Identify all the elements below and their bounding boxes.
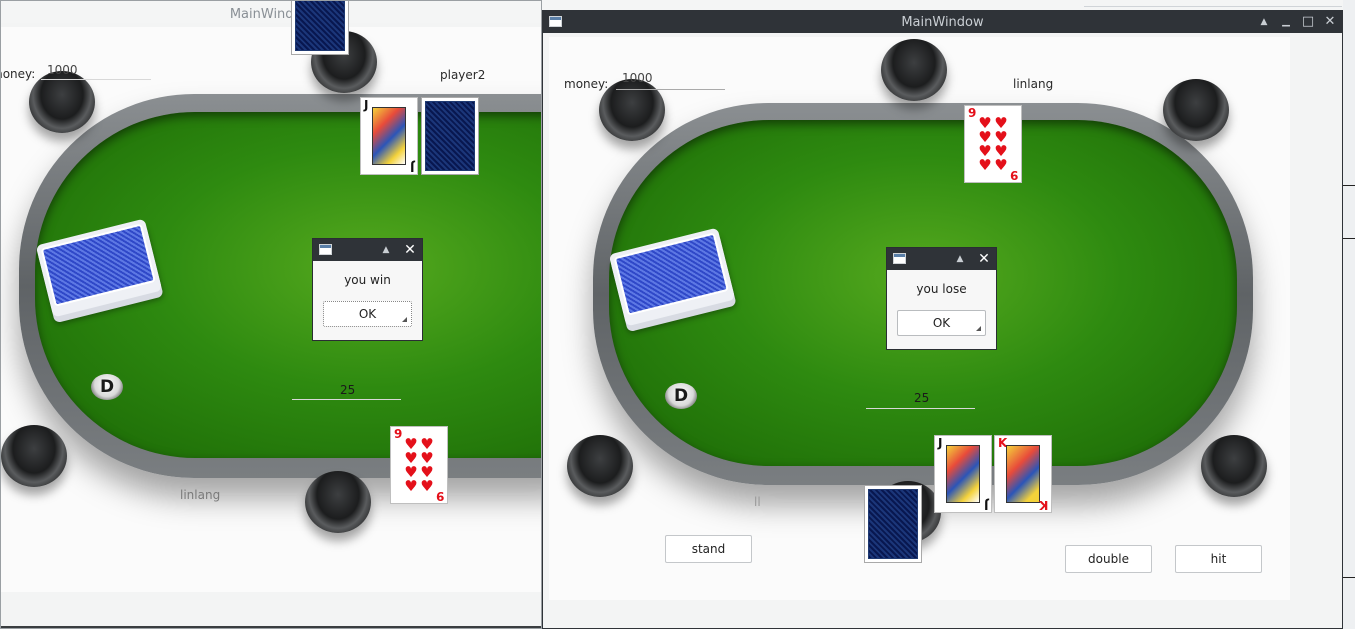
- right-seat-bottomright: [1201, 435, 1267, 497]
- window-shade-icon[interactable]: ▲: [1255, 13, 1273, 31]
- dialog-shade-icon[interactable]: ▲: [377, 241, 395, 259]
- right-bet-value: 25: [914, 391, 930, 405]
- left-main-window: MainWindow money: 1000 player2 J J D 25 …: [0, 0, 542, 629]
- dialog-ok-button[interactable]: OK: [897, 310, 986, 336]
- window-close-icon[interactable]: ✕: [1321, 13, 1339, 31]
- dialog-shade-icon[interactable]: ▲: [951, 250, 969, 268]
- dialog-titlebar[interactable]: ▲ ✕: [887, 248, 996, 270]
- right-player-card-1: J J: [934, 435, 992, 513]
- left-opponent-card-back: [421, 97, 479, 175]
- card-rank-inverted: J: [983, 498, 988, 512]
- right-window-title: MainWindow: [901, 15, 984, 30]
- left-seat-bottom: [305, 471, 371, 533]
- left-money-label: money:: [1, 67, 36, 81]
- heart-pips: ♥ ♥ ♥ ♥ ♥ ♥ ♥ ♥: [404, 435, 434, 495]
- right-seat-bottomleft: [567, 435, 633, 497]
- left-window-bottom-border: [1, 626, 541, 628]
- dialog-close-icon[interactable]: ✕: [975, 250, 993, 268]
- card-rank-inverted: 9: [435, 489, 444, 503]
- dialog-app-icon: [319, 244, 332, 255]
- right-opponent-name: linlang: [1013, 77, 1054, 91]
- left-money-underline: [41, 79, 151, 80]
- left-window-title: MainWindow: [229, 7, 313, 22]
- background-window-border: [1343, 185, 1355, 186]
- left-dealer-button: D: [91, 374, 123, 400]
- dialog-close-icon[interactable]: ✕: [401, 241, 419, 259]
- jack-face-art: [372, 107, 406, 165]
- card-rank: J: [938, 436, 943, 450]
- right-result-dialog: ▲ ✕ you lose OK: [886, 247, 997, 350]
- left-result-dialog: ▲ ✕ you win OK: [312, 238, 423, 341]
- left-opponent-name: player2: [440, 68, 486, 82]
- dialog-app-icon: [893, 253, 906, 264]
- right-money-underline: [616, 89, 725, 90]
- double-button[interactable]: double: [1065, 545, 1152, 573]
- left-player-name: linlang: [180, 488, 221, 502]
- left-money-value: 1000: [47, 63, 78, 77]
- right-player-card-2: K K: [994, 435, 1052, 513]
- right-seat-card-back: [864, 485, 922, 563]
- left-seat-bottomleft: [1, 425, 67, 487]
- left-player-card: 9 ♥ ♥ ♥ ♥ ♥ ♥ ♥ ♥ 9: [390, 426, 448, 504]
- left-titlebar[interactable]: MainWindow: [1, 1, 541, 23]
- right-main-window: MainWindow ▲ ▁ □ ✕ money: 1000 linlang 9…: [542, 10, 1343, 629]
- left-bet-underline: [292, 399, 401, 400]
- window-maximize-icon[interactable]: □: [1299, 13, 1317, 31]
- left-bet-value: 25: [340, 383, 356, 397]
- right-bet-underline: [866, 408, 975, 409]
- stand-button[interactable]: stand: [665, 535, 752, 563]
- right-titlebar[interactable]: MainWindow ▲ ▁ □ ✕: [543, 11, 1342, 33]
- king-face-art: [1006, 445, 1040, 503]
- card-rank: 9: [394, 427, 403, 441]
- left-opponent-card: J J: [360, 97, 418, 175]
- card-rank-inverted: J: [409, 160, 414, 174]
- right-seat-top: [881, 39, 947, 101]
- background-window-border2: [1343, 238, 1355, 239]
- jack-face-art: [946, 445, 980, 503]
- background-window-border3: [1343, 577, 1355, 578]
- window-minimize-icon[interactable]: ▁: [1277, 13, 1295, 31]
- card-rank-inverted: 9: [1009, 168, 1018, 182]
- hit-button[interactable]: hit: [1175, 545, 1262, 573]
- dialog-message: you lose: [916, 282, 967, 296]
- heart-pips: ♥ ♥ ♥ ♥ ♥ ♥ ♥ ♥: [978, 114, 1008, 174]
- dialog-ok-button[interactable]: OK: [323, 301, 412, 327]
- background-window-strip: [1343, 0, 1355, 629]
- right-player-name: ll: [754, 495, 761, 509]
- card-rank-inverted: K: [1038, 498, 1048, 512]
- left-top-seat-card-back: [291, 1, 349, 55]
- dialog-titlebar[interactable]: ▲ ✕: [313, 239, 422, 261]
- right-seat-topright: [1163, 79, 1229, 141]
- right-money-value: 1000: [622, 71, 653, 85]
- right-money-label: money:: [564, 77, 609, 91]
- left-seat-topleft: [29, 71, 95, 133]
- card-rank: 9: [968, 106, 977, 120]
- dialog-message: you win: [344, 273, 391, 287]
- right-dealer-button: D: [665, 383, 697, 409]
- background-window-topbar: [1084, 6, 1342, 7]
- right-opponent-card: 9 ♥ ♥ ♥ ♥ ♥ ♥ ♥ ♥ 9: [964, 105, 1022, 183]
- card-rank: J: [364, 98, 369, 112]
